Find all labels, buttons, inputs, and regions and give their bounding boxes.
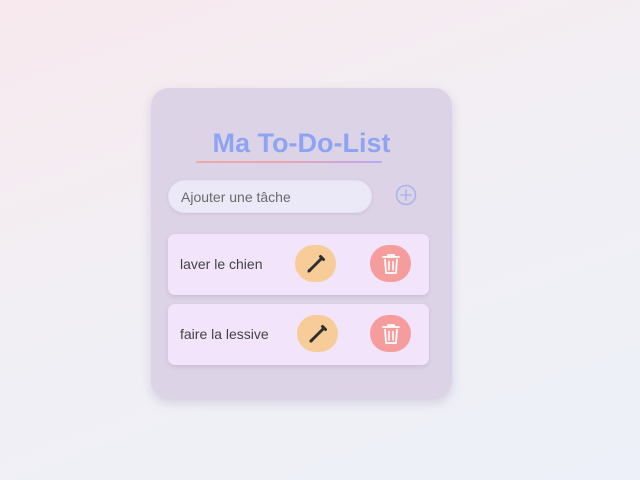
- task-item: faire la lessive: [168, 304, 429, 365]
- trash-icon: [380, 252, 402, 276]
- task-text: faire la lessive: [180, 326, 269, 342]
- plus-circle-icon: [394, 183, 418, 207]
- add-task-button[interactable]: [394, 183, 418, 207]
- page-title: Ma To-Do-List: [212, 128, 391, 158]
- edit-task-button[interactable]: [297, 315, 338, 352]
- pencil-icon: [305, 253, 327, 275]
- todo-card: Ma To-Do-List laver le chien: [151, 88, 452, 399]
- pencil-icon: [307, 323, 329, 345]
- edit-task-button[interactable]: [295, 245, 336, 282]
- title-underline: [196, 161, 382, 163]
- add-task-input[interactable]: [168, 180, 372, 213]
- delete-task-button[interactable]: [370, 315, 411, 352]
- delete-task-button[interactable]: [370, 245, 411, 282]
- trash-icon: [380, 322, 402, 346]
- task-text: laver le chien: [180, 256, 263, 272]
- task-item: laver le chien: [168, 234, 429, 295]
